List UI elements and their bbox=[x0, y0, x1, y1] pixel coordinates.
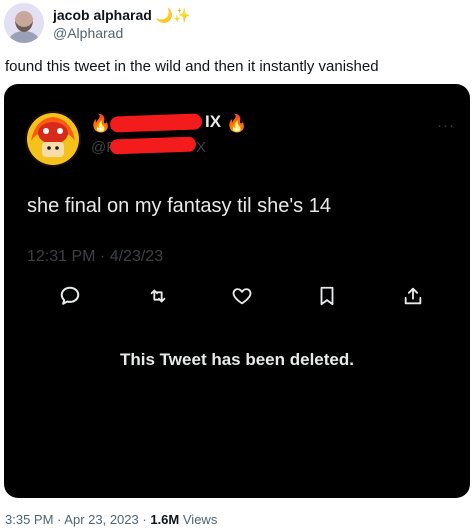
more-options-icon: ··· bbox=[437, 117, 455, 134]
tweet-date[interactable]: Apr 23, 2023 bbox=[64, 512, 138, 527]
reply-icon bbox=[58, 284, 82, 308]
tweet-meta: 3:35 PM · Apr 23, 2023 · 1.6M Views bbox=[5, 512, 217, 527]
bookmark-icon bbox=[315, 284, 339, 308]
share-icon bbox=[401, 284, 425, 308]
author-avatar[interactable] bbox=[4, 3, 44, 43]
deleted-notice: This Tweet has been deleted. bbox=[120, 350, 354, 369]
like-icon bbox=[230, 284, 254, 308]
screenshot-name-fragment: IX bbox=[205, 112, 222, 131]
redaction-bar bbox=[109, 136, 197, 155]
author-name[interactable]: jacob alpharad 🌙✨ bbox=[53, 7, 191, 24]
fire-emoji: 🔥 bbox=[90, 114, 112, 133]
screenshot-avatar bbox=[25, 111, 81, 167]
screenshot-tweet-text: she final on my fantasy til she's 14 bbox=[27, 195, 331, 217]
views-count[interactable]: 1.6M bbox=[150, 512, 179, 527]
tweet-time[interactable]: 3:35 PM bbox=[5, 512, 53, 527]
meta-separator: · bbox=[142, 512, 147, 527]
moon-sparkles-emoji: 🌙✨ bbox=[155, 7, 191, 23]
meta-separator: · bbox=[57, 512, 62, 527]
tweet-text: found this tweet in the wild and then it… bbox=[5, 58, 379, 75]
retweet-icon bbox=[146, 284, 170, 308]
tweet-media-screenshot[interactable]: 🔥 IX 🔥 @Fl X ··· she final on my fantasy… bbox=[4, 84, 470, 498]
author-handle[interactable]: @Alpharad bbox=[53, 25, 123, 41]
screenshot-handle-fragment: X bbox=[196, 139, 207, 156]
fire-emoji: 🔥 bbox=[226, 114, 248, 133]
redaction-bar bbox=[109, 113, 203, 133]
views-label[interactable]: Views bbox=[183, 512, 217, 527]
screenshot-timestamp: 12:31 PM · 4/23/23 bbox=[27, 248, 164, 265]
